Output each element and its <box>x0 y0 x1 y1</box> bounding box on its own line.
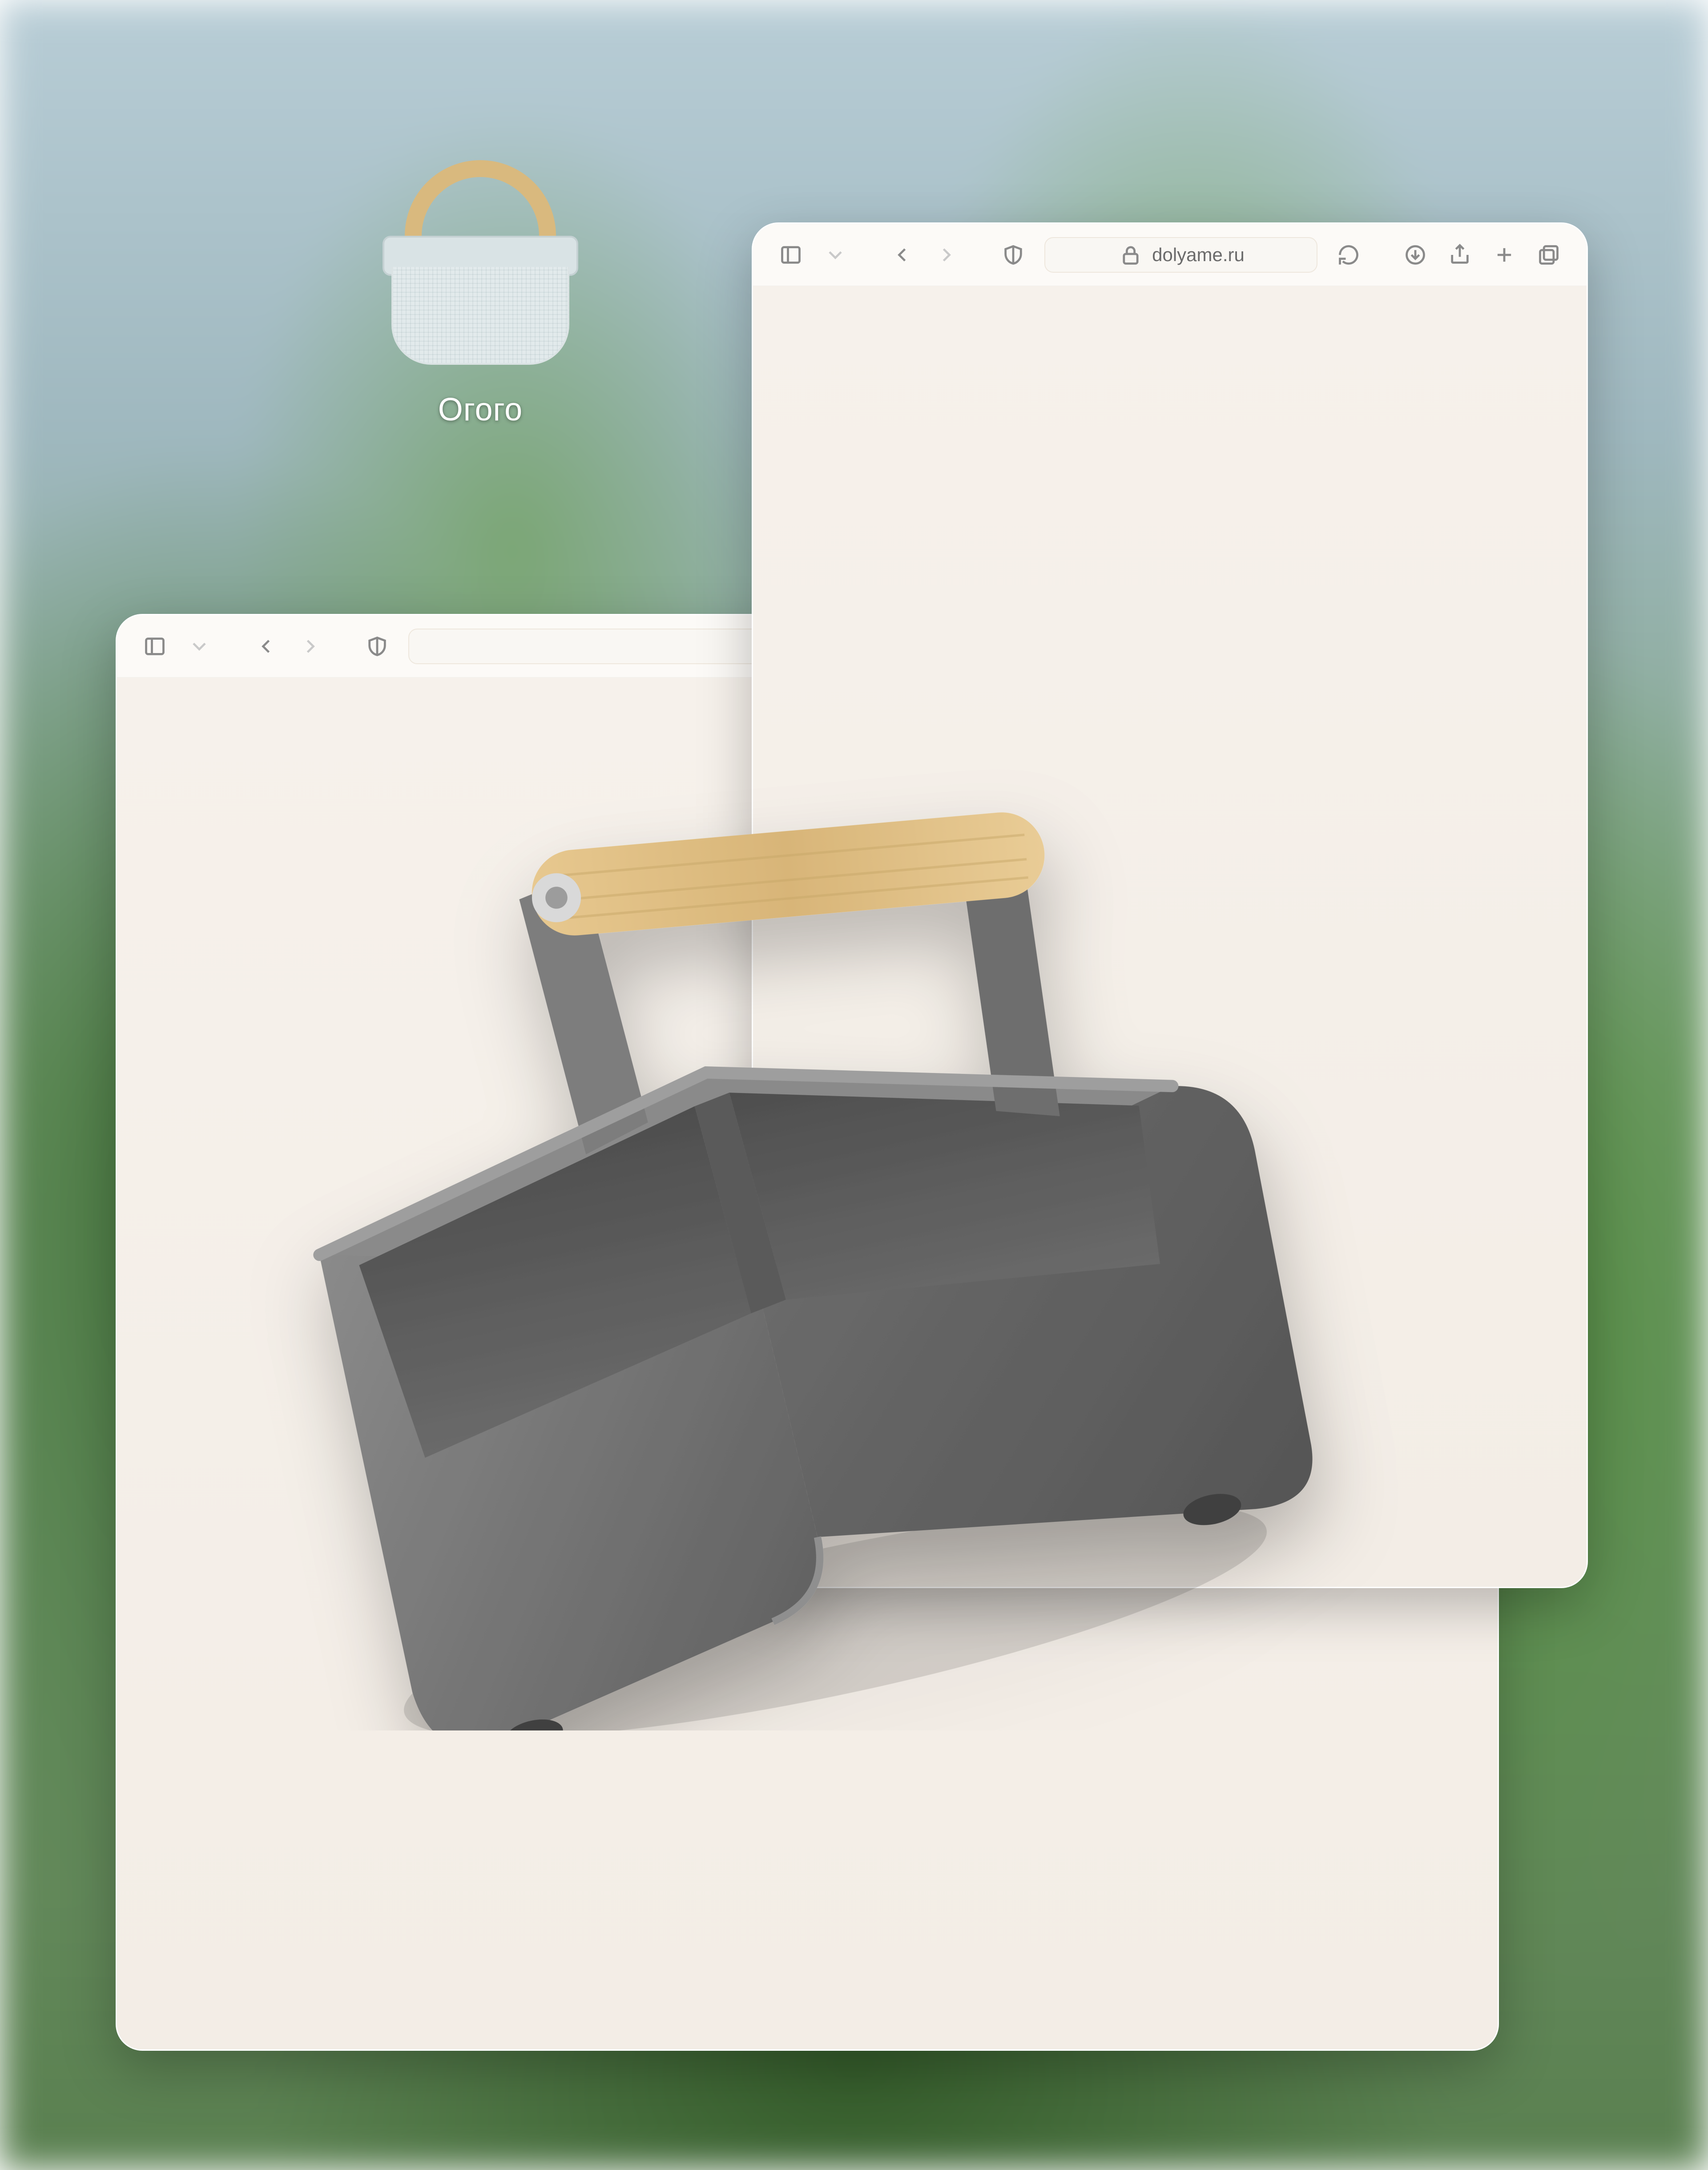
product-image-caddy <box>191 690 1419 1730</box>
toolbar: dolyame.ru <box>753 224 1587 286</box>
desktop-icon-image <box>365 147 596 378</box>
chevron-right-icon[interactable] <box>297 633 324 660</box>
address-bar[interactable]: dolyame.ru <box>1044 237 1317 273</box>
sidebar-icon[interactable] <box>777 242 804 268</box>
download-icon[interactable] <box>1402 242 1429 268</box>
chevron-down-icon[interactable] <box>186 633 213 660</box>
basket-illustration <box>365 147 596 378</box>
plus-icon[interactable] <box>1491 242 1518 268</box>
shield-icon[interactable] <box>1000 242 1027 268</box>
desktop-icon-label: Огого <box>438 391 523 428</box>
chevron-down-icon[interactable] <box>822 242 849 268</box>
url-text: dolyame.ru <box>1152 244 1245 266</box>
shield-icon[interactable] <box>364 633 391 660</box>
desktop-icon-ogogo[interactable]: Огого <box>356 147 605 428</box>
chevron-right-icon[interactable] <box>933 242 960 268</box>
chevron-left-icon[interactable] <box>889 242 915 268</box>
chevron-left-icon[interactable] <box>253 633 279 660</box>
lock-icon <box>1117 242 1144 268</box>
tabs-icon[interactable] <box>1535 242 1562 268</box>
share-icon[interactable] <box>1446 242 1473 268</box>
sidebar-icon[interactable] <box>141 633 168 660</box>
reload-icon[interactable] <box>1335 242 1362 268</box>
